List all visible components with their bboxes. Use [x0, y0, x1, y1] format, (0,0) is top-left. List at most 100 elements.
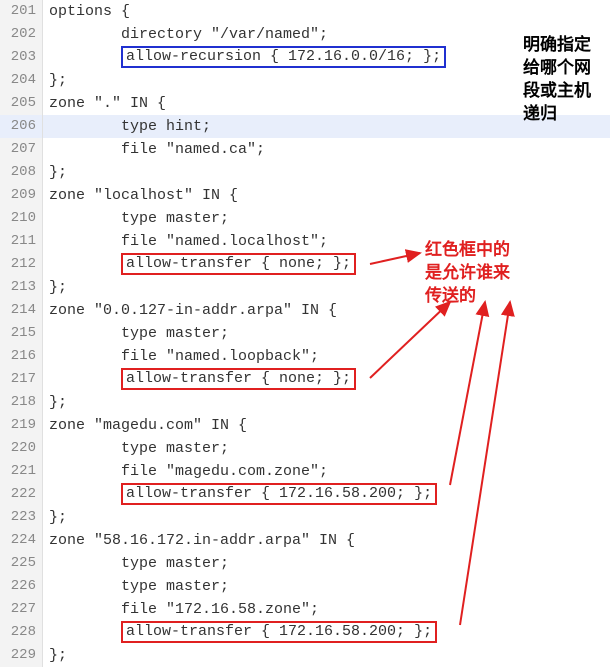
- line-number: 216: [0, 345, 43, 368]
- line-number: 208: [0, 161, 43, 184]
- code-text: [49, 486, 121, 503]
- code-text: type hint;: [49, 118, 211, 135]
- line-number: 209: [0, 184, 43, 207]
- code-content: file "172.16.58.zone";: [43, 598, 610, 621]
- code-line: 221 file "magedu.com.zone";: [0, 460, 610, 483]
- highlight-box-red: allow-transfer { 172.16.58.200; };: [121, 483, 437, 505]
- line-number: 215: [0, 322, 43, 345]
- code-line: 211 file "named.localhost";: [0, 230, 610, 253]
- line-number: 203: [0, 46, 43, 69]
- code-content: };: [43, 506, 610, 529]
- code-text: file "named.ca";: [49, 141, 265, 158]
- code-content: };: [43, 161, 610, 184]
- code-text: };: [49, 509, 67, 526]
- code-line: 222 allow-transfer { 172.16.58.200; };: [0, 483, 610, 506]
- code-content: zone "magedu.com" IN {: [43, 414, 610, 437]
- code-content: zone "localhost" IN {: [43, 184, 610, 207]
- code-text: zone "localhost" IN {: [49, 187, 238, 204]
- code-line: 214zone "0.0.127-in-addr.arpa" IN {: [0, 299, 610, 322]
- code-line: 226 type master;: [0, 575, 610, 598]
- code-text: };: [49, 647, 67, 664]
- code-content: allow-transfer { none; };: [43, 253, 610, 276]
- code-content: type master;: [43, 322, 610, 345]
- code-content: };: [43, 391, 610, 414]
- line-number: 219: [0, 414, 43, 437]
- code-line: 216 file "named.loopback";: [0, 345, 610, 368]
- line-number: 223: [0, 506, 43, 529]
- code-text: type master;: [49, 210, 229, 227]
- code-text: [49, 371, 121, 388]
- code-content: type master;: [43, 437, 610, 460]
- code-text: type master;: [49, 325, 229, 342]
- line-number: 207: [0, 138, 43, 161]
- code-content: file "named.loopback";: [43, 345, 610, 368]
- line-number: 206: [0, 115, 43, 138]
- code-line: 201options {: [0, 0, 610, 23]
- code-line: 202 directory "/var/named";: [0, 23, 610, 46]
- code-content: };: [43, 644, 610, 667]
- code-line: 220 type master;: [0, 437, 610, 460]
- line-number: 224: [0, 529, 43, 552]
- code-line: 207 file "named.ca";: [0, 138, 610, 161]
- line-number: 217: [0, 368, 43, 391]
- code-text: };: [49, 279, 67, 296]
- code-line: 215 type master;: [0, 322, 610, 345]
- code-content: zone "0.0.127-in-addr.arpa" IN {: [43, 299, 610, 322]
- line-number: 211: [0, 230, 43, 253]
- code-content: };: [43, 276, 610, 299]
- code-line: 204};: [0, 69, 610, 92]
- code-line: 227 file "172.16.58.zone";: [0, 598, 610, 621]
- code-content: type master;: [43, 575, 610, 598]
- annotation-blue-line1: 明确指定: [523, 35, 591, 55]
- line-number: 212: [0, 253, 43, 276]
- code-line: 228 allow-transfer { 172.16.58.200; };: [0, 621, 610, 644]
- line-number: 221: [0, 460, 43, 483]
- code-text: };: [49, 394, 67, 411]
- code-content: options {: [43, 0, 610, 23]
- code-text: file "magedu.com.zone";: [49, 463, 328, 480]
- code-content: file "magedu.com.zone";: [43, 460, 610, 483]
- code-line: 224zone "58.16.172.in-addr.arpa" IN {: [0, 529, 610, 552]
- highlight-box-red: allow-transfer { none; };: [121, 253, 356, 275]
- line-number: 205: [0, 92, 43, 115]
- annotation-blue-line3: 段或主机: [523, 81, 591, 101]
- code-text: type master;: [49, 555, 229, 572]
- code-content: allow-transfer { 172.16.58.200; };: [43, 483, 610, 506]
- code-text: zone "." IN {: [49, 95, 166, 112]
- line-number: 218: [0, 391, 43, 414]
- line-number: 204: [0, 69, 43, 92]
- annotation-blue-line2: 给哪个网: [523, 58, 591, 78]
- code-text: [49, 624, 121, 641]
- line-number: 225: [0, 552, 43, 575]
- code-line: 206 type hint;: [0, 115, 610, 138]
- code-text: zone "magedu.com" IN {: [49, 417, 247, 434]
- code-content: file "named.ca";: [43, 138, 610, 161]
- code-content: allow-transfer { 172.16.58.200; };: [43, 621, 610, 644]
- code-content: file "named.localhost";: [43, 230, 610, 253]
- code-line: 217 allow-transfer { none; };: [0, 368, 610, 391]
- line-number: 227: [0, 598, 43, 621]
- code-text: file "172.16.58.zone";: [49, 601, 319, 618]
- code-editor: 201options {202 directory "/var/named";2…: [0, 0, 610, 667]
- line-number: 220: [0, 437, 43, 460]
- code-line: 219 zone "magedu.com" IN {: [0, 414, 610, 437]
- code-content: type master;: [43, 552, 610, 575]
- code-line: 209 zone "localhost" IN {: [0, 184, 610, 207]
- code-line: 210 type master;: [0, 207, 610, 230]
- code-text: file "named.loopback";: [49, 348, 319, 365]
- line-number: 210: [0, 207, 43, 230]
- highlight-box-red: allow-transfer { 172.16.58.200; };: [121, 621, 437, 643]
- code-line: 229};: [0, 644, 610, 667]
- code-line: 218};: [0, 391, 610, 414]
- code-line: 208};: [0, 161, 610, 184]
- line-number: 226: [0, 575, 43, 598]
- code-text: type master;: [49, 578, 229, 595]
- line-number: 222: [0, 483, 43, 506]
- annotation-red-line1: 红色框中的: [425, 240, 510, 260]
- code-text: [49, 256, 121, 273]
- annotation-blue-line4: 递归: [523, 104, 557, 124]
- code-line: 212 allow-transfer { none; };: [0, 253, 610, 276]
- code-line: 203 allow-recursion { 172.16.0.0/16; };: [0, 46, 610, 69]
- line-number: 214: [0, 299, 43, 322]
- code-text: };: [49, 164, 67, 181]
